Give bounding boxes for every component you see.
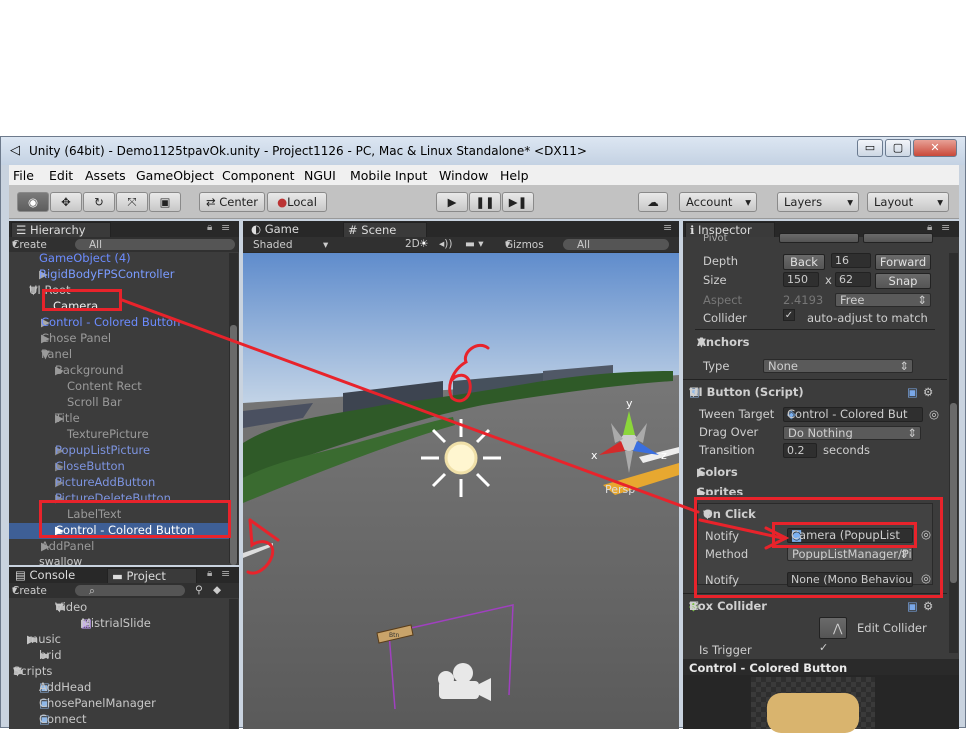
annotation-scribble-5 [248,518,280,542]
annotation-arrow-line [120,298,700,514]
annotation-scribble-6 [448,343,490,403]
annotation-overlay [120,298,790,575]
